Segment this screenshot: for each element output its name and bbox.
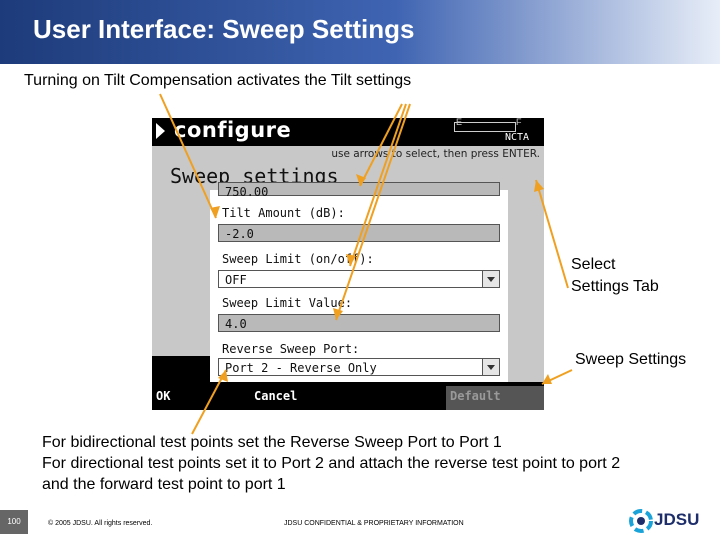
sweep-limit-value-label: Sweep Limit Value: xyxy=(222,296,353,310)
callout-select: Select xyxy=(571,256,616,273)
intro-text: Turning on Tilt Compensation activates t… xyxy=(24,72,412,89)
callout-sweep-settings: Sweep Settings xyxy=(575,351,687,368)
sweep-limit-value-field[interactable]: 4.0 xyxy=(218,314,500,332)
arrow-line xyxy=(541,369,573,385)
ok-button[interactable]: OK xyxy=(152,386,244,410)
reverse-sweep-port-label: Reverse Sweep Port: xyxy=(222,342,360,356)
screen-title: configure xyxy=(174,118,292,142)
note-line: and the forward test point to port 1 xyxy=(42,476,286,493)
standard-label: NCTA xyxy=(505,132,530,143)
tilt-amount-label: Tilt Amount (dB): xyxy=(222,206,345,220)
settings-panel: 750.00 Tilt Amount (dB): -2.0 Sweep Limi… xyxy=(210,182,508,382)
hint-bar: use arrows to select, then press ENTER. xyxy=(152,146,544,164)
chevron-down-icon[interactable] xyxy=(482,359,499,375)
settings-form: 750.00 Tilt Amount (dB): -2.0 Sweep Limi… xyxy=(152,182,544,382)
sweep-limit-value: OFF xyxy=(225,273,247,287)
battery-icon xyxy=(454,122,516,132)
page-number: 100 xyxy=(0,510,28,534)
jdsu-logo-icon xyxy=(629,509,653,533)
cancel-button[interactable]: Cancel xyxy=(250,386,430,410)
tilt-amount-field[interactable]: -2.0 xyxy=(218,224,500,242)
logo-text: JDSU xyxy=(654,510,700,529)
configure-header: configure E F NCTA xyxy=(152,118,544,146)
partial-value-field[interactable]: 750.00 xyxy=(218,182,500,199)
sweep-limit-label: Sweep Limit (on/off): xyxy=(222,252,374,266)
note-line: For bidirectional test points set the Re… xyxy=(42,434,502,451)
note-line: For directional test points set it to Po… xyxy=(42,455,621,472)
reverse-sweep-port-value: Port 2 - Reverse Only xyxy=(225,361,377,375)
hint-text: use arrows to select, then press ENTER. xyxy=(331,148,540,160)
title-bar: User Interface: Sweep Settings xyxy=(0,0,720,64)
selection-indicator xyxy=(152,356,210,382)
confidential-text: JDSU CONFIDENTIAL & PROPRIETARY INFORMAT… xyxy=(284,520,464,527)
chevron-down-icon[interactable] xyxy=(482,271,499,287)
softkey-bar: OK Cancel Default xyxy=(152,386,544,410)
callout-settings-tab: Settings Tab xyxy=(571,278,659,295)
bottom-notes: For bidirectional test points set the Re… xyxy=(42,432,620,495)
slide-title: User Interface: Sweep Settings xyxy=(33,14,415,44)
copyright-text: © 2005 JDSU. All rights reserved. xyxy=(48,520,153,527)
play-arrow-icon xyxy=(156,123,165,139)
reverse-sweep-port-select[interactable]: Port 2 - Reverse Only xyxy=(218,358,500,376)
default-button[interactable]: Default xyxy=(446,386,544,410)
sweep-limit-select[interactable]: OFF xyxy=(218,270,500,288)
battery-full-label: F xyxy=(516,118,522,127)
device-screen: configure E F NCTA use arrows to select,… xyxy=(152,118,544,410)
